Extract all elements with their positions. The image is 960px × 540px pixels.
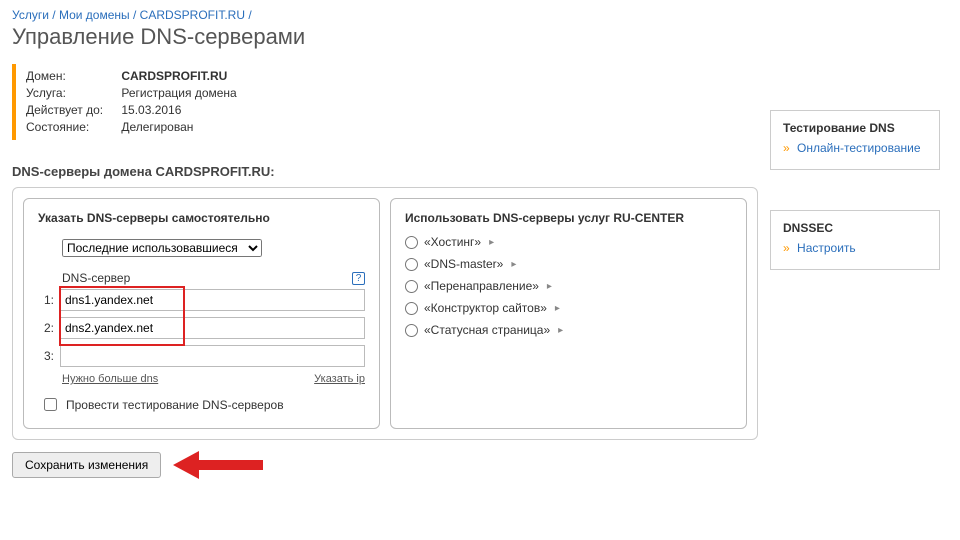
manual-dns-title: Указать DNS-серверы самостоятельно [38, 211, 365, 225]
raquo-icon: » [783, 241, 790, 255]
dns-rows-highlight: 1: 2: [38, 289, 365, 339]
annotation-arrow-icon [173, 454, 263, 476]
sidebar-title-dns-test: Тестирование DNS [783, 121, 927, 135]
section-title: DNS-серверы домена CARDSPROFIT.RU: [12, 164, 758, 179]
opt-dnsmaster-label: «DNS-master» [424, 257, 503, 271]
info-label-expires: Действует до: [26, 102, 118, 119]
crumb-my-domains[interactable]: Мои домены [59, 8, 130, 22]
sidebar-box-dns-test: Тестирование DNS » Онлайн-тестирование [770, 110, 940, 170]
dns-panel: Указать DNS-серверы самостоятельно После… [12, 187, 758, 440]
opt-redirect-radio[interactable] [405, 280, 418, 293]
chevron-right-icon: ▸ [558, 325, 563, 336]
help-icon[interactable]: ? [352, 272, 365, 285]
page-title: Управление DNS-серверами [12, 24, 758, 50]
crumb-domain[interactable]: CARDSPROFIT.RU [140, 8, 245, 22]
opt-dnsmaster-radio[interactable] [405, 258, 418, 271]
crumb-sep: / [133, 8, 136, 22]
dns-input-1[interactable] [60, 289, 365, 311]
raquo-icon: » [783, 141, 790, 155]
dns-input-2[interactable] [60, 317, 365, 339]
opt-redirect-label: «Перенаправление» [424, 279, 539, 293]
opt-sitebuilder-label: «Конструктор сайтов» [424, 301, 547, 315]
opt-sitebuilder-radio[interactable] [405, 302, 418, 315]
opt-hosting-radio[interactable] [405, 236, 418, 249]
opt-statuspage-radio[interactable] [405, 324, 418, 337]
dns-row-num-2: 2: [38, 321, 60, 335]
sidebar-title-dnssec: DNSSEC [783, 221, 927, 235]
crumb-sep: / [52, 8, 55, 22]
manual-dns-panel: Указать DNS-серверы самостоятельно После… [23, 198, 380, 429]
specify-ip-link[interactable]: Указать ip [314, 373, 365, 385]
recent-dns-select[interactable]: Последние использовавшиеся [62, 239, 262, 257]
info-value-expires: 15.03.2016 [121, 103, 181, 117]
breadcrumb: Услуги / Мои домены / CARDSPROFIT.RU / [12, 8, 758, 22]
info-label-domain: Домен: [26, 68, 118, 85]
dns-row-num-3: 3: [38, 349, 60, 363]
save-button[interactable]: Сохранить изменения [12, 452, 161, 478]
test-dns-checkbox[interactable] [44, 398, 57, 411]
chevron-right-icon: ▸ [555, 303, 560, 314]
rucenter-dns-title: Использовать DNS-серверы услуг RU-CENTER [405, 211, 732, 225]
chevron-right-icon: ▸ [489, 237, 494, 248]
chevron-right-icon: ▸ [511, 259, 516, 270]
test-dns-label: Провести тестирование DNS-серверов [66, 398, 284, 412]
more-dns-link[interactable]: Нужно больше dns [62, 373, 158, 385]
rucenter-dns-panel: Использовать DNS-серверы услуг RU-CENTER… [390, 198, 747, 429]
crumb-sep: / [248, 8, 251, 22]
sidebar-box-dnssec: DNSSEC » Настроить [770, 210, 940, 270]
chevron-right-icon: ▸ [547, 281, 552, 292]
info-label-status: Состояние: [26, 119, 118, 136]
info-value-service: Регистрация домена [121, 86, 236, 100]
dns-row-num-1: 1: [38, 293, 60, 307]
sidebar-link-online-test[interactable]: Онлайн-тестирование [797, 141, 920, 155]
opt-hosting-label: «Хостинг» [424, 235, 481, 249]
sidebar-link-dnssec-configure[interactable]: Настроить [797, 241, 856, 255]
opt-statuspage-label: «Статусная страница» [424, 323, 550, 337]
crumb-services[interactable]: Услуги [12, 8, 49, 22]
info-value-status: Делегирован [121, 120, 193, 134]
info-label-service: Услуга: [26, 85, 118, 102]
domain-info: Домен: CARDSPROFIT.RU Услуга: Регистраци… [12, 64, 758, 140]
dns-server-label: DNS-сервер [62, 271, 130, 285]
dns-input-3[interactable] [60, 345, 365, 367]
info-value-domain: CARDSPROFIT.RU [121, 69, 227, 83]
